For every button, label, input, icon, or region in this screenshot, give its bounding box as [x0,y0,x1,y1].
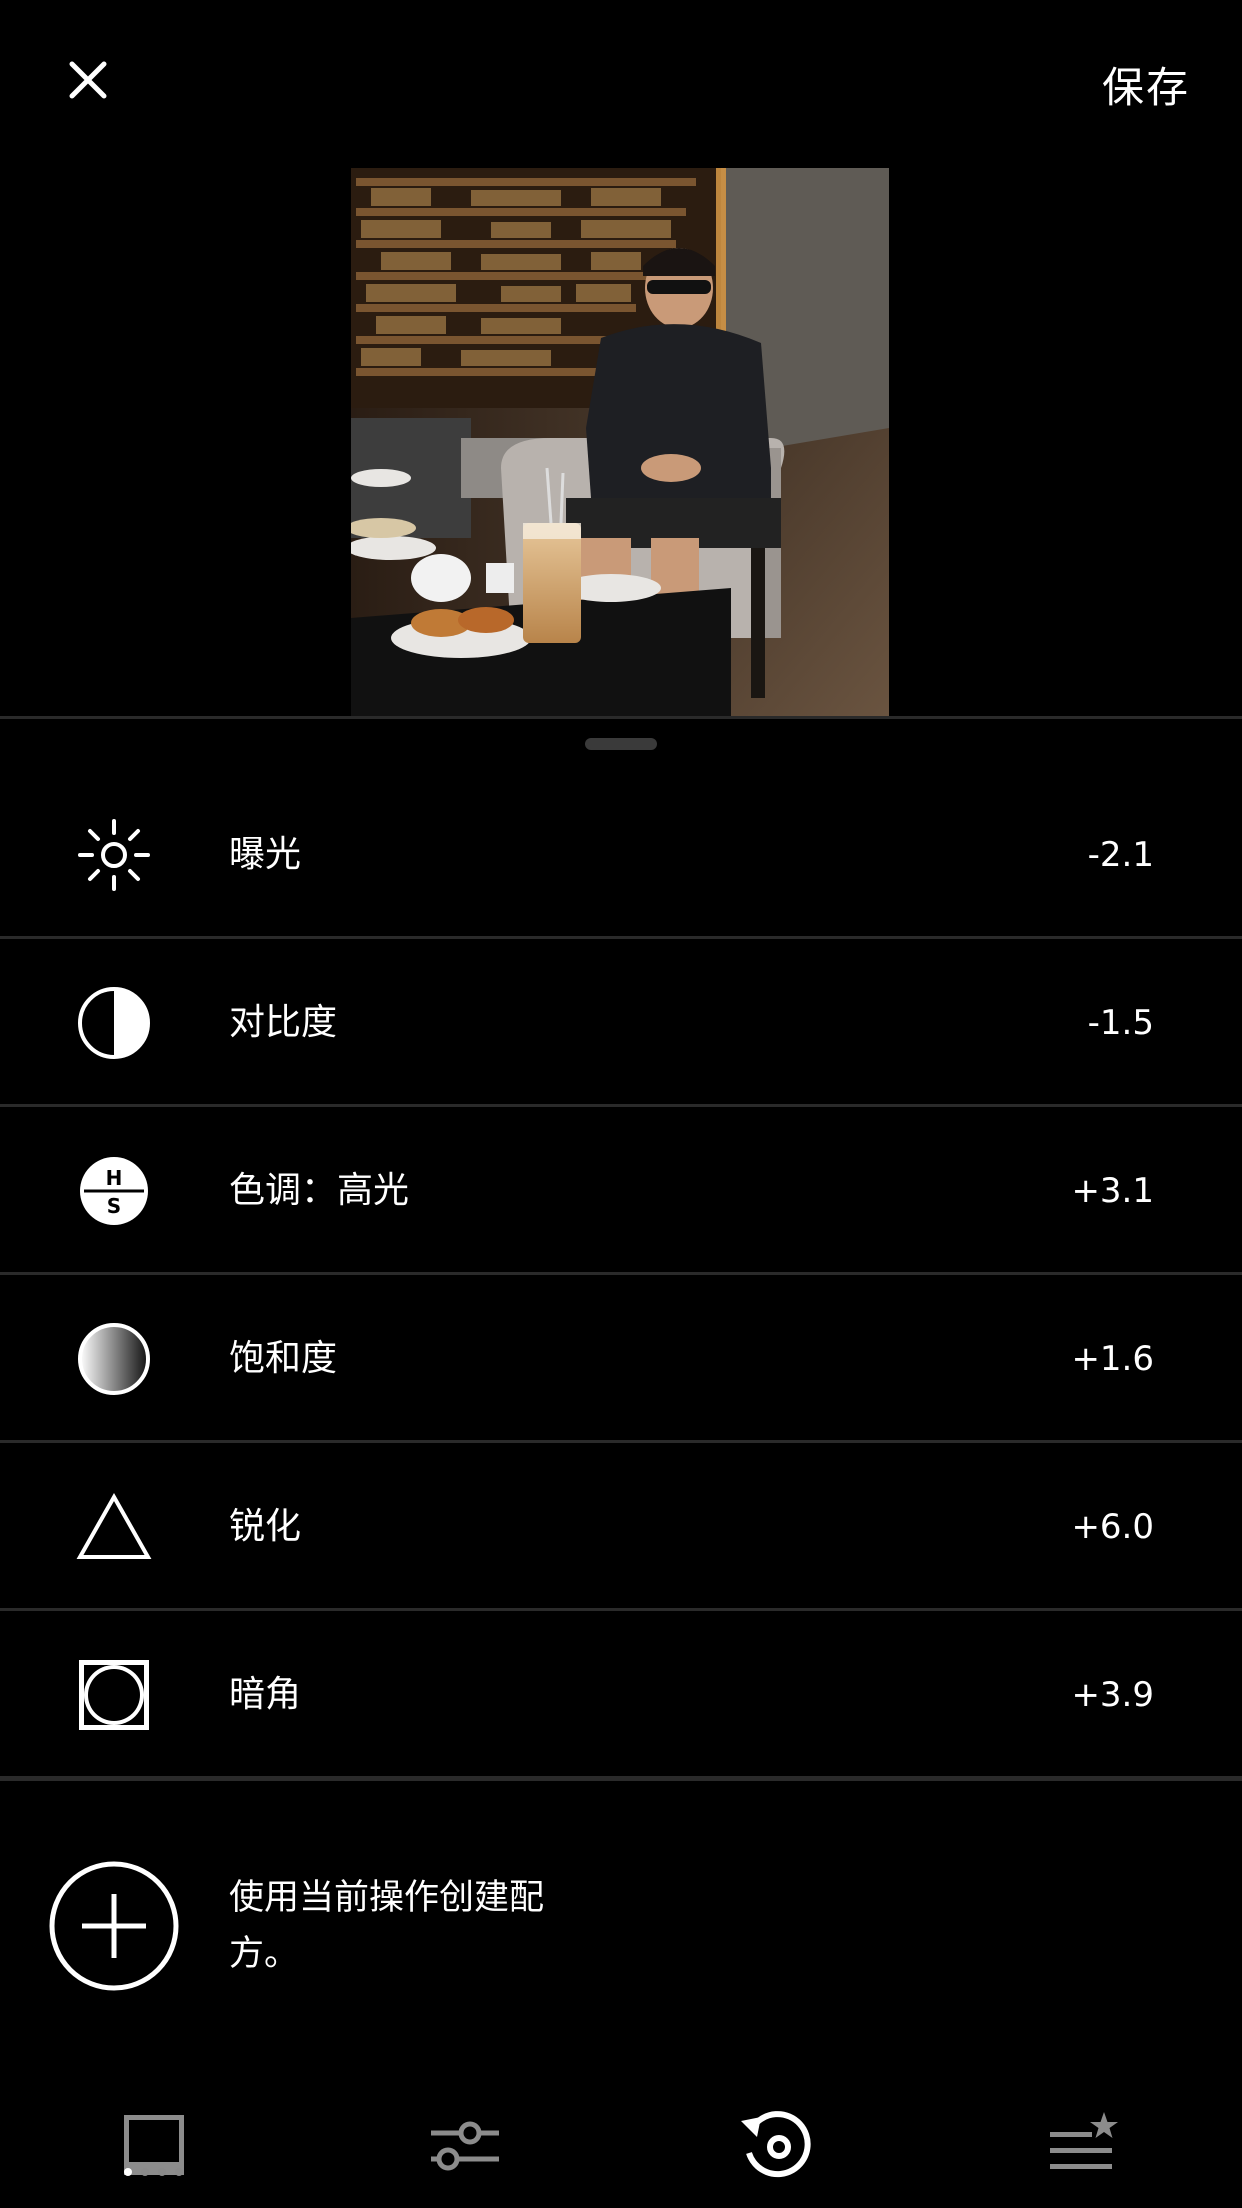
adjustment-value: +3.1 [1071,1171,1154,1211]
saturation-gradient-icon [76,1321,152,1397]
sliders-icon [431,2121,499,2171]
indicator-dot [175,2168,183,2176]
add-recipe-button[interactable] [48,1860,180,1992]
photo-preview [351,168,889,716]
adjustment-row-exposure[interactable]: 曝光 -2.1 [0,771,1242,939]
drag-handle[interactable] [585,738,657,750]
tone-hs-icon: H S [76,1153,152,1229]
adjustment-label: 色调：高光 [229,1170,410,1211]
indicator-dot [158,2168,166,2176]
adjustment-value: +6.0 [1071,1507,1154,1547]
adjustment-value: +1.6 [1071,1339,1154,1379]
adjustment-label: 饱和度 [229,1338,338,1379]
exposure-sun-icon [76,817,152,893]
tab-page-indicator [124,2168,183,2176]
tab-presets[interactable] [104,2100,204,2190]
preview-divider [0,716,1242,719]
adjustment-value: -1.5 [1087,1003,1154,1043]
indicator-dot [124,2168,132,2176]
adjustment-row-tone-highlights[interactable]: H S 色调：高光 +3.1 [0,1107,1242,1275]
close-button[interactable] [52,44,124,116]
adjustment-label: 对比度 [229,1002,338,1043]
tab-history[interactable] [727,2100,827,2190]
plus-circle-icon [49,1861,179,1991]
contrast-half-circle-icon [76,985,152,1061]
recipes-icon [1050,2112,1118,2169]
create-recipe-text: 使用当前操作创建配方。 [229,1878,545,1974]
adjustment-label: 暗角 [229,1674,302,1715]
adjustment-row-contrast[interactable]: 对比度 -1.5 [0,939,1242,1107]
indicator-dot [141,2168,149,2176]
history-icon [741,2111,811,2178]
adjustment-value: -2.1 [1087,835,1154,875]
close-icon [69,61,107,99]
adjustment-row-saturation[interactable]: 饱和度 +1.6 [0,1275,1242,1443]
svg-text:S: S [107,1194,121,1218]
list-divider [0,1776,1242,1781]
adjustment-label: 锐化 [229,1506,302,1547]
tab-tools[interactable] [415,2100,515,2190]
svg-text:H: H [106,1166,123,1190]
vignette-icon [76,1657,152,1733]
tab-recipes[interactable] [1034,2100,1134,2190]
adjustment-value: +3.9 [1071,1675,1154,1715]
adjustment-label: 曝光 [229,834,302,875]
adjustment-row-vignette[interactable]: 暗角 +3.9 [0,1611,1242,1779]
sharpen-triangle-icon [76,1489,152,1565]
adjustment-row-sharpen[interactable]: 锐化 +6.0 [0,1443,1242,1611]
save-button[interactable]: 保存 [1102,54,1190,115]
